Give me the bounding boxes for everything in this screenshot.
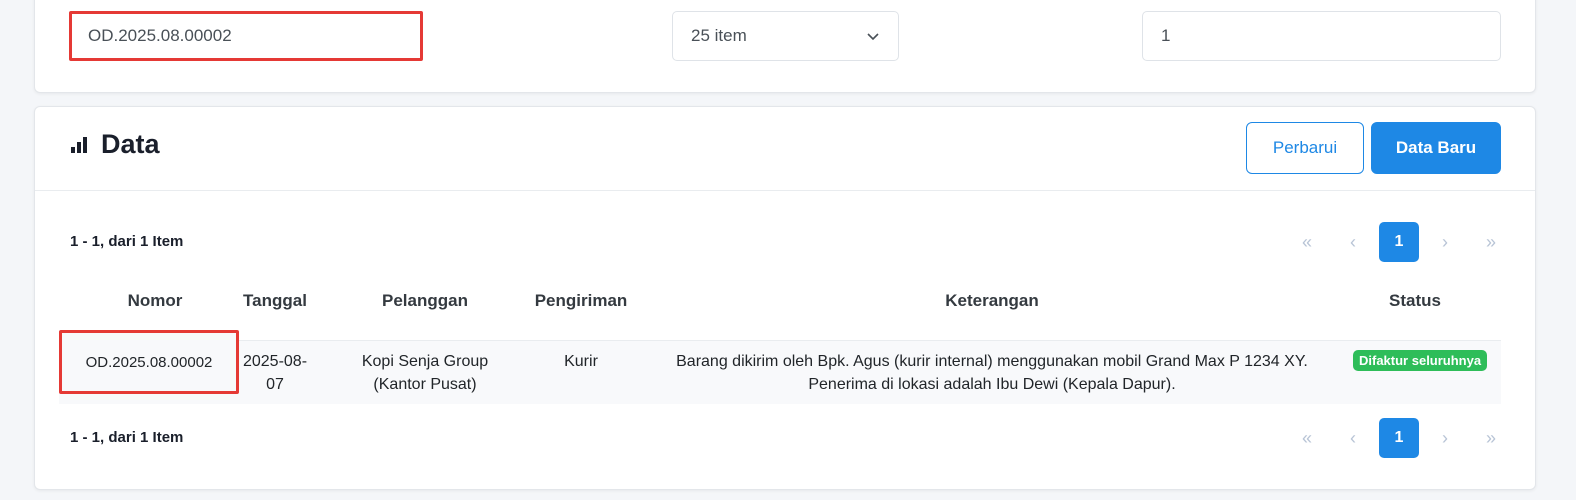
new-data-button[interactable]: Data Baru (1371, 122, 1501, 174)
last-page-button[interactable]: » (1471, 418, 1511, 458)
search-order-number-input[interactable]: OD.2025.08.00002 (69, 11, 423, 61)
column-header-tanggal[interactable]: Tanggal (231, 291, 319, 311)
pagination-bottom: « ‹ 1 › » (1281, 418, 1511, 458)
first-page-button[interactable]: « (1287, 418, 1327, 458)
column-header-pelanggan[interactable]: Pelanggan (335, 291, 515, 311)
last-page-button[interactable]: » (1471, 222, 1511, 262)
cell-tanggal-line2: 07 (266, 376, 284, 393)
column-header-nomor[interactable]: Nomor (99, 291, 211, 311)
cell-keterangan: Barang dikirim oleh Bpk. Agus (kurir int… (655, 350, 1329, 396)
pagination-top: « ‹ 1 › » (1281, 222, 1511, 262)
cell-tanggal-line1: 2025-08- (242, 353, 308, 370)
column-header-pengiriman[interactable]: Pengiriman (521, 291, 641, 311)
filter-card: OD.2025.08.00002 25 item 1 (34, 0, 1536, 93)
current-page-button[interactable]: 1 (1379, 222, 1419, 262)
refresh-button[interactable]: Perbarui (1246, 122, 1364, 174)
status-badge: Difaktur seluruhnya (1353, 350, 1488, 371)
data-card-header: Data Perbarui Data Baru (35, 107, 1535, 191)
first-page-button[interactable]: « (1287, 222, 1327, 262)
data-title-text: Data (101, 129, 160, 159)
cell-pengiriman: Kurir (564, 353, 598, 370)
item-count-top: 1 - 1, dari 1 Item (70, 233, 184, 250)
column-header-status[interactable]: Status (1345, 291, 1485, 311)
items-per-page-value: 25 item (691, 26, 747, 45)
cell-pelanggan-line1: Kopi Senja Group (361, 353, 489, 370)
cell-pelanggan: Kopi Senja Group (Kantor Pusat) (335, 350, 515, 396)
prev-page-button[interactable]: ‹ (1333, 222, 1373, 262)
data-card: Data Perbarui Data Baru 1 - 1, dari 1 It… (34, 106, 1536, 490)
column-header-keterangan[interactable]: Keterangan (655, 291, 1329, 311)
cell-nomor[interactable]: OD.2025.08.00002 (59, 330, 239, 394)
page-number-value: 1 (1161, 26, 1171, 45)
next-page-button[interactable]: › (1425, 222, 1465, 262)
prev-page-button[interactable]: ‹ (1333, 418, 1373, 458)
chevron-down-icon (867, 33, 879, 41)
data-card-title: Data (71, 129, 160, 160)
cell-tanggal: 2025-08- 07 (231, 350, 319, 396)
cell-keterangan-line2: Penerima di lokasi adalah Ibu Dewi (Kepa… (808, 376, 1176, 393)
items-per-page-select[interactable]: 25 item (672, 11, 899, 61)
search-input-value: OD.2025.08.00002 (88, 26, 232, 45)
next-page-button[interactable]: › (1425, 418, 1465, 458)
page-number-input[interactable]: 1 (1142, 11, 1501, 61)
current-page-button[interactable]: 1 (1379, 418, 1419, 458)
bar-chart-icon (71, 136, 87, 153)
cell-keterangan-line1: Barang dikirim oleh Bpk. Agus (kurir int… (676, 353, 1308, 370)
item-count-bottom: 1 - 1, dari 1 Item (70, 429, 184, 446)
cell-pelanggan-line2: (Kantor Pusat) (373, 376, 477, 393)
